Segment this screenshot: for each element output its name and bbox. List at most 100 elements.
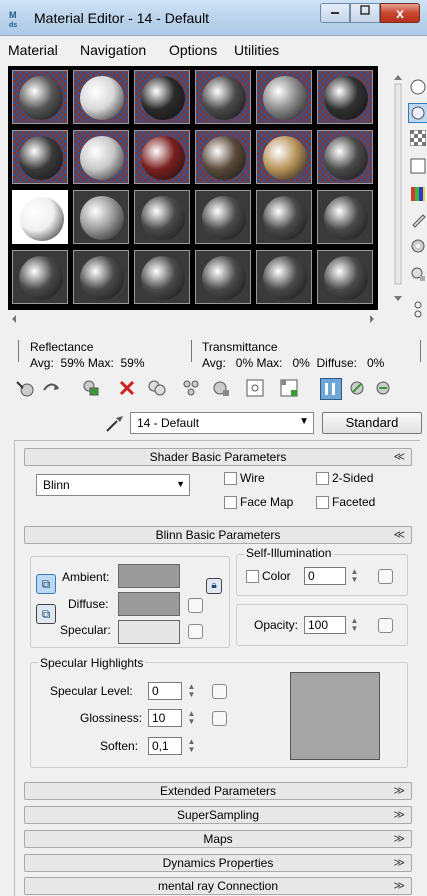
rollout-maps[interactable]: Maps ≫	[24, 830, 412, 848]
self-illum-map-button[interactable]	[378, 569, 393, 584]
shader-type-dropdown[interactable]: Blinn ▼	[36, 474, 190, 496]
maximize-button[interactable]	[350, 3, 380, 23]
material-slot[interactable]	[12, 130, 68, 184]
pick-material-from-object-icon[interactable]	[104, 412, 126, 434]
specular-color-swatch[interactable]	[118, 620, 180, 644]
opacity-map-button[interactable]	[378, 618, 393, 633]
material-name-field[interactable]: 14 - Default ▼	[130, 412, 314, 434]
material-slot[interactable]	[256, 250, 312, 304]
make-preview-icon[interactable]	[408, 212, 427, 232]
sample-type-sphere-icon[interactable]	[408, 78, 427, 98]
material-slot[interactable]	[195, 130, 251, 184]
make-copy-icon[interactable]	[146, 378, 168, 400]
glossiness-map-button[interactable]	[212, 711, 227, 726]
self-illum-value-field[interactable]: 0	[304, 567, 346, 585]
rollout-shader-basic-parameters[interactable]: Shader Basic Parameters ≪	[24, 448, 412, 466]
sample-uv-tiling-icon[interactable]	[408, 158, 427, 178]
opacity-value-field[interactable]: 100	[304, 616, 346, 634]
rollout-supersampling[interactable]: SuperSampling ≫	[24, 806, 412, 824]
material-slot[interactable]	[317, 190, 373, 244]
material-map-navigator-icon[interactable]	[408, 300, 427, 320]
diffuse-map-button[interactable]	[188, 598, 203, 613]
reset-map-icon[interactable]	[116, 378, 138, 400]
material-slot[interactable]	[317, 70, 373, 124]
material-slot[interactable]	[195, 70, 251, 124]
rollout-blinn-basic-parameters[interactable]: Blinn Basic Parameters ≪	[24, 526, 412, 544]
menu-material[interactable]: Material	[8, 42, 58, 58]
material-sphere	[324, 256, 368, 300]
material-slot[interactable]	[134, 70, 190, 124]
soften-field[interactable]: 0,1	[148, 737, 182, 755]
material-slot[interactable]	[73, 130, 129, 184]
material-slot[interactable]	[73, 250, 129, 304]
close-button[interactable]: x	[380, 3, 420, 23]
assign-material-to-selection-icon[interactable]	[80, 378, 102, 400]
rollout-mental-ray-connection[interactable]: mental ray Connection ≫	[24, 877, 412, 895]
diffuse-specular-lock-icon[interactable]: ⧉	[36, 604, 56, 624]
reflectance-values: Avg: 59% Max: 59%	[30, 356, 145, 370]
make-unique-icon[interactable]	[180, 378, 202, 400]
material-slot[interactable]	[195, 250, 251, 304]
title-bar[interactable]: Mds Material Editor - 14 - Default x	[0, 0, 427, 36]
face-map-checkbox[interactable]	[224, 496, 237, 509]
material-slot[interactable]	[195, 190, 251, 244]
faceted-checkbox[interactable]	[316, 496, 329, 509]
rollout-extended-parameters[interactable]: Extended Parameters ≫	[24, 782, 412, 800]
material-slot[interactable]	[256, 130, 312, 184]
minimize-button[interactable]	[320, 3, 350, 23]
show-map-in-viewport-icon[interactable]	[278, 378, 300, 400]
material-slot[interactable]	[134, 190, 190, 244]
diffuse-color-swatch[interactable]	[118, 592, 180, 616]
specular-map-button[interactable]	[188, 624, 203, 639]
material-slot[interactable]	[317, 130, 373, 184]
material-sphere	[80, 196, 124, 240]
wire-checkbox[interactable]	[224, 472, 237, 485]
material-slot[interactable]	[12, 190, 68, 244]
face-map-label: Face Map	[240, 495, 294, 509]
video-color-check-icon[interactable]	[408, 186, 427, 206]
glossiness-field[interactable]: 10	[148, 709, 182, 727]
material-type-button[interactable]: Standard	[322, 412, 422, 434]
menu-navigation[interactable]: Navigation	[80, 42, 146, 58]
background-checker-icon[interactable]	[408, 129, 427, 150]
show-end-result-icon[interactable]	[320, 378, 342, 400]
soften-spinner[interactable]: ▲ ▼	[186, 738, 197, 754]
specular-highlights-title: Specular Highlights	[38, 656, 146, 670]
opacity-spinner[interactable]: ▲ ▼	[349, 617, 360, 633]
glossiness-spinner[interactable]: ▲ ▼	[186, 710, 197, 726]
specular-level-field[interactable]: 0	[148, 682, 182, 700]
material-slot[interactable]	[73, 70, 129, 124]
material-slot[interactable]	[256, 190, 312, 244]
material-slot[interactable]	[12, 250, 68, 304]
material-slot[interactable]	[12, 70, 68, 124]
rollout-dynamics-properties[interactable]: Dynamics Properties ≫	[24, 854, 412, 872]
put-to-library-icon[interactable]	[210, 378, 232, 400]
material-slot[interactable]	[256, 70, 312, 124]
go-forward-to-sibling-icon[interactable]	[372, 378, 394, 400]
svg-text:ds: ds	[9, 22, 17, 29]
chevron-down-icon: ▼	[176, 479, 185, 489]
material-slot[interactable]	[134, 250, 190, 304]
material-id-channel-icon[interactable]	[244, 378, 266, 400]
self-illum-color-checkbox[interactable]	[246, 570, 259, 583]
lock-icon[interactable]: 🔒︎	[206, 578, 222, 594]
go-to-parent-icon[interactable]	[346, 378, 368, 400]
ambient-diffuse-lock-icon[interactable]: ⧉	[36, 574, 56, 594]
specular-level-map-button[interactable]	[212, 684, 227, 699]
options-icon[interactable]	[408, 238, 427, 258]
specular-level-spinner[interactable]: ▲ ▼	[186, 683, 197, 699]
slots-horizontal-scrollbar[interactable]	[8, 312, 378, 326]
put-material-to-scene-icon[interactable]	[40, 378, 62, 400]
material-slot[interactable]	[73, 190, 129, 244]
slots-vertical-scrollbar[interactable]	[392, 70, 404, 306]
two-sided-checkbox[interactable]	[316, 472, 329, 485]
menu-options[interactable]: Options	[169, 42, 217, 58]
select-by-material-icon[interactable]	[408, 266, 427, 286]
menu-utilities[interactable]: Utilities	[234, 42, 279, 58]
ambient-color-swatch[interactable]	[118, 564, 180, 588]
get-material-icon[interactable]	[14, 378, 36, 400]
material-slot[interactable]	[317, 250, 373, 304]
self-illum-spinner[interactable]: ▲ ▼	[349, 568, 360, 584]
material-slot[interactable]	[134, 130, 190, 184]
backlight-icon[interactable]	[408, 103, 427, 123]
